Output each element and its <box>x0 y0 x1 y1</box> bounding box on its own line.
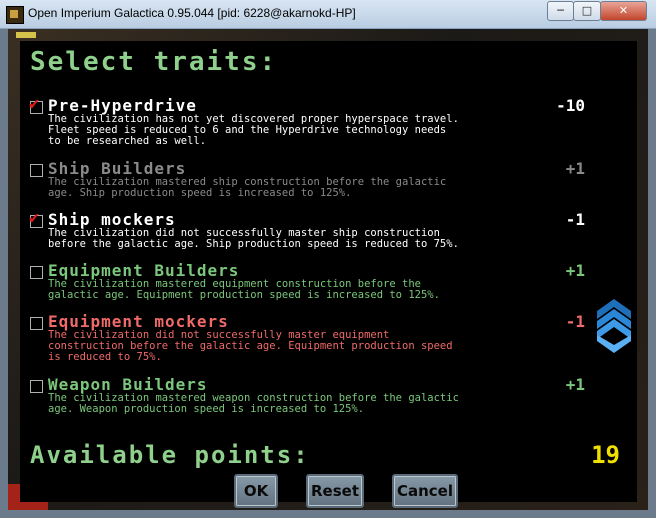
trait-cost: +1 <box>565 375 585 394</box>
trait-cost: -1 <box>565 210 585 229</box>
trait-cost: +1 <box>565 159 585 178</box>
trait-description: The civilization has not yet discovered … <box>48 113 459 147</box>
ok-button[interactable]: OK <box>234 474 278 508</box>
trait-cost: -10 <box>556 96 585 115</box>
scroll-down-chevron-icon[interactable] <box>597 299 631 353</box>
dialog-title: Select traits: <box>30 47 278 77</box>
window-titlebar: Open Imperium Galactica 0.95.044 [pid: 6… <box>0 0 656 29</box>
available-points-value: 19 <box>591 441 620 469</box>
trait-checkbox[interactable]: ✔ <box>29 210 43 228</box>
trait-checkbox[interactable] <box>30 380 43 393</box>
maximize-button[interactable]: □ <box>573 1 601 21</box>
trait-description: The civilization mastered equipment cons… <box>48 278 440 301</box>
trait-description: The civilization mastered ship construct… <box>48 176 447 199</box>
window-title: Open Imperium Galactica 0.95.044 [pid: 6… <box>28 6 356 20</box>
trait-description: The civilization did not successfully ma… <box>48 227 459 250</box>
checkmark-icon: ✔ <box>29 94 40 114</box>
trait-checkbox[interactable] <box>30 266 43 279</box>
trait-checkbox[interactable] <box>30 164 43 177</box>
available-points-label: Available points: <box>30 441 310 469</box>
trait-checkbox[interactable]: ✔ <box>29 96 43 114</box>
trait-cost: -1 <box>565 312 585 331</box>
cancel-button[interactable]: Cancel <box>392 474 458 508</box>
trait-checkbox[interactable] <box>30 317 43 330</box>
close-button[interactable]: ✕ <box>600 1 647 21</box>
reset-button[interactable]: Reset <box>306 474 364 508</box>
trait-description: The civilization did not successfully ma… <box>48 329 453 363</box>
trait-cost: +1 <box>565 261 585 280</box>
app-icon <box>6 6 24 24</box>
trait-description: The civilization mastered weapon constru… <box>48 392 459 415</box>
checkmark-icon: ✔ <box>29 208 40 228</box>
select-traits-dialog: Select traits: ✔ Pre-Hyperdrive -10 The … <box>20 41 637 508</box>
game-viewport: Select traits: ✔ Pre-Hyperdrive -10 The … <box>8 29 648 510</box>
minimize-button[interactable]: ─ <box>547 1 574 21</box>
background-decoration <box>16 32 36 38</box>
